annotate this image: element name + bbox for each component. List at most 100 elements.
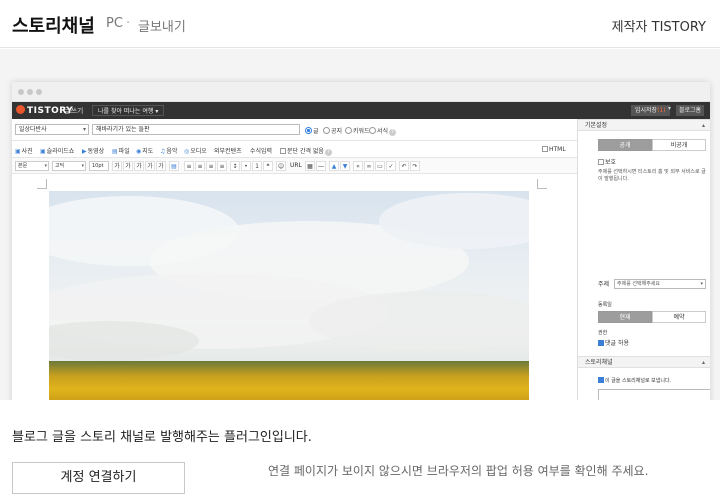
editor-pane: 일상다반사 ▾ 해바라기가 있는 들판 글 공지 키워드 서식? ▣사진 ▣슬라이… <box>12 119 577 400</box>
blog-selector-label: 나를 찾아 떠나는 여행 <box>98 108 154 115</box>
category-value: 일상다반사 <box>19 126 47 133</box>
topic-label: 주제 <box>598 281 610 288</box>
checkbox-icon <box>542 146 548 152</box>
more-icon: « <box>353 161 363 171</box>
insert-toolbar: ▣사진 ▣슬라이드쇼 ▶동영상 ▤파일 ◉지도 ♫음악 ◎오디오 외부컨텐츠 수… <box>12 141 577 158</box>
publish-scheduled: 예약 <box>652 311 706 323</box>
insert-label: 외부컨텐츠 <box>214 148 242 155</box>
window-dot-icon <box>18 89 24 95</box>
radio-icon <box>369 127 376 134</box>
link-icon: ∞ <box>364 161 374 171</box>
font-size-value: 10pt <box>92 163 104 169</box>
chevron-down-icon: ▾ <box>81 163 84 169</box>
topic-select-value: 주제를 선택해주세요 <box>617 281 660 287</box>
font-size-select: 10pt <box>89 161 109 171</box>
bullet-list-icon: • <box>241 161 251 171</box>
post-meta-row: 일상다반사 ▾ 해바라기가 있는 들판 글 공지 키워드 서식? <box>12 119 577 141</box>
insert-external: 외부컨텐츠 <box>214 146 242 155</box>
type-radio-notice: 공지 <box>323 126 342 135</box>
slideshow-icon: ▣ <box>40 148 46 155</box>
save-draft-indicator: 임시저장(1) <box>631 105 670 116</box>
help-icon: ? <box>389 129 397 136</box>
video-icon: ▶ <box>82 148 87 155</box>
url-link: URL <box>290 162 302 169</box>
checkbox-checked-icon <box>598 377 604 383</box>
chevron-up-icon: ▴ <box>701 122 705 129</box>
checkbox-label: HTML <box>549 146 566 153</box>
story-message-box <box>598 389 710 400</box>
font-select: 고딕 ▾ <box>52 161 86 171</box>
format-toolbar: 본문 ▾ 고딕 ▾ 10pt 가 가 가 가 가 ▤ ≡ ≡ ≡ ≡ ↕ • 1 ❝… <box>12 158 577 174</box>
bold-icon: 가 <box>112 161 122 171</box>
top-header: 스토리채널 PC · 글보내기 제작자 TISTORY <box>0 0 720 48</box>
settings-sidebar: 기본설정 ▴ 공개 비공개 보호 주제를 선택하시면 티스토리 홈 및 외부 서비… <box>577 119 710 400</box>
insert-label: 슬라이드쇼 <box>46 148 75 155</box>
crop-mark <box>37 179 47 189</box>
quote-icon: ❝ <box>263 161 273 171</box>
section-title: 기본설정 <box>585 122 608 129</box>
basic-settings-header: 기본설정 ▴ <box>578 119 710 131</box>
background-color-icon: ▤ <box>169 161 179 171</box>
sunflower-field-image <box>49 191 529 400</box>
chevron-down-icon: ▾ <box>668 105 672 112</box>
insert-map: ◉지도 <box>136 146 153 155</box>
numbered-list-icon: 1 <box>252 161 262 171</box>
insert-label: 파일 <box>118 148 130 155</box>
plugin-description: 블로그 글을 스토리 채널로 발행해주는 플러그인입니다. <box>12 430 312 445</box>
topic-select: 주제를 선택해주세요 ▾ <box>614 279 706 289</box>
send-to-story-checkbox: 이 글을 스토리채널로 보냅니다. <box>598 377 671 384</box>
radio-selected-icon <box>305 127 312 134</box>
chevron-down-icon: ▾ <box>700 281 703 287</box>
sunflower-field <box>49 361 529 400</box>
table-icon: ▦ <box>305 161 315 171</box>
insert-formula: 수식입력 <box>250 146 272 155</box>
story-channel-header: 스토리채널 ▴ <box>578 356 710 368</box>
crop-mark <box>537 179 547 189</box>
help-icon: ? <box>324 149 332 156</box>
align-justify-icon: ≡ <box>217 161 227 171</box>
strikethrough-icon: 가 <box>145 161 155 171</box>
connect-account-button[interactable]: 계정 연결하기 <box>12 462 185 494</box>
insert-music: ♫음악 <box>160 146 177 155</box>
checkbox-label: 보호 <box>605 159 617 166</box>
checkbox-icon <box>280 148 286 154</box>
post-title-field: 해바라기가 있는 들판 <box>92 124 300 135</box>
divider-icon: ― <box>316 161 326 171</box>
maker-label: 제작자 TISTORY <box>611 20 706 35</box>
checkbox-checked-icon <box>598 340 604 346</box>
preview-stage: TISTORY 글쓰기 나를 찾아 떠나는 여행 ▾ 임시저장(1) ▾ 블로그… <box>0 49 720 400</box>
checkbox-label: 이 글을 스토리채널로 보냅니다. <box>605 378 672 384</box>
undo-icon: ↶ <box>399 161 409 171</box>
photo-icon: ▣ <box>15 148 21 155</box>
html-mode-checkbox: HTML <box>542 146 566 153</box>
align-left-icon: ≡ <box>184 161 194 171</box>
align-center-icon: ≡ <box>195 161 205 171</box>
radio-label: 키워드 <box>353 128 370 135</box>
radio-label: 서식 <box>377 128 389 135</box>
save-label: 임시저장 <box>635 107 658 114</box>
map-icon: ◉ <box>136 148 142 155</box>
radio-label: 공지 <box>331 128 343 135</box>
platform-label: PC <box>106 16 123 31</box>
move-down-icon: ▼ <box>340 161 350 171</box>
category-select: 일상다반사 ▾ <box>15 124 89 135</box>
browser-titlebar <box>12 82 710 102</box>
type-radio-template: 서식? <box>369 126 397 136</box>
insert-label: 음악 <box>166 148 178 155</box>
checkbox-label: 문단 간격 없음 <box>287 148 324 155</box>
visibility-public: 공개 <box>598 139 652 151</box>
protect-checkbox: 보호 <box>598 157 616 166</box>
insert-label: 사진 <box>21 148 33 155</box>
underline-icon: 가 <box>134 161 144 171</box>
radio-label: 글 <box>313 128 319 135</box>
file-icon: ▤ <box>112 148 118 155</box>
align-right-icon: ≡ <box>206 161 216 171</box>
paragraph-style-select: 본문 ▾ <box>15 161 49 171</box>
permission-label: 권한 <box>598 330 608 336</box>
section-title: 스토리채널 <box>585 359 613 366</box>
insert-label: 지도 <box>142 148 154 155</box>
visibility-private: 비공개 <box>652 139 706 151</box>
tistory-header: TISTORY 글쓰기 나를 찾아 떠나는 여행 ▾ 임시저장(1) ▾ 블로그… <box>12 102 710 119</box>
preview-browser-window: TISTORY 글쓰기 나를 찾아 떠나는 여행 ▾ 임시저장(1) ▾ 블로그… <box>12 82 710 400</box>
breadcrumb-separator: · <box>126 16 131 31</box>
